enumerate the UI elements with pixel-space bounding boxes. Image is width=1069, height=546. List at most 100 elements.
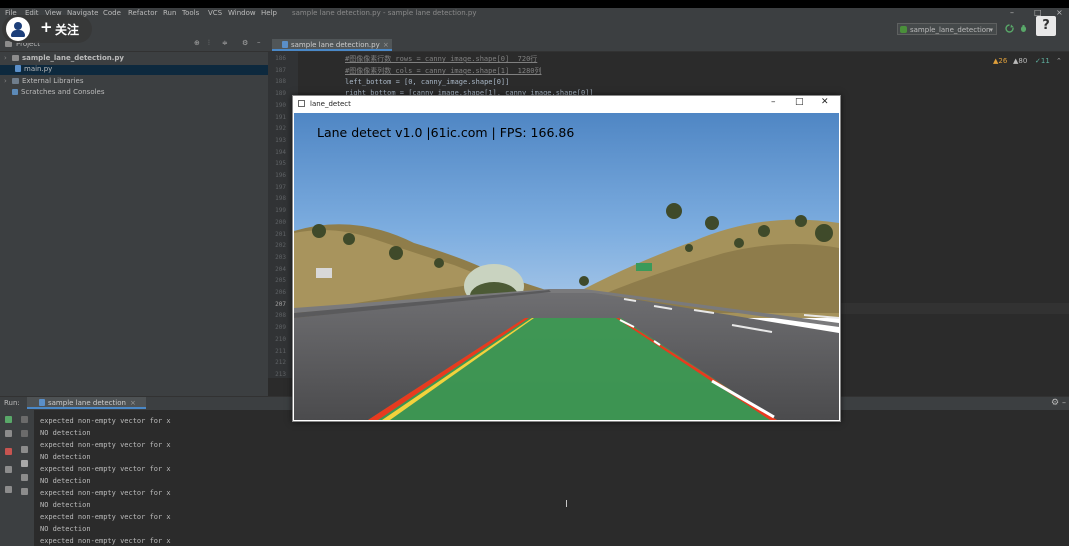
tree-item-external-libraries[interactable]: › External Libraries <box>4 77 84 85</box>
console-line[interactable]: NO detection <box>40 501 91 509</box>
run-console[interactable] <box>34 410 1069 546</box>
debug-icon[interactable] <box>1019 24 1028 33</box>
tree-item-label: sample_lane_detection.py <box>22 54 124 62</box>
soft-wrap-icon[interactable] <box>21 446 28 453</box>
run-side-toolbar <box>0 410 34 546</box>
library-icon <box>12 78 19 84</box>
pin-icon[interactable] <box>5 486 12 493</box>
run-tab[interactable]: sample lane detection × <box>27 397 146 409</box>
video-frame: Lane detect v1.0 |61ic.com | FPS: 166.86 <box>294 113 839 420</box>
hide-icon[interactable]: – <box>1062 398 1066 407</box>
window-title: sample lane detection.py - sample lane d… <box>292 9 477 17</box>
editor-tab-label: sample lane detection.py <box>291 41 380 49</box>
menu-refactor[interactable]: Refactor <box>128 9 157 17</box>
rerun-icon[interactable] <box>1005 24 1014 33</box>
menu-code[interactable]: Code <box>103 9 121 17</box>
line-number: 212 <box>275 359 286 367</box>
follow-overlay[interactable]: + 关注 <box>2 15 92 43</box>
expand-icon[interactable]: ≑ <box>222 39 228 47</box>
console-line[interactable]: NO detection <box>40 477 91 485</box>
ok-count[interactable]: ✓11 <box>1035 57 1050 65</box>
chevron-down-icon: ▾ <box>989 26 993 34</box>
weak-warning-count[interactable]: ▲80 <box>1013 57 1027 65</box>
close-button[interactable]: × <box>1056 8 1063 17</box>
close-tab-icon[interactable]: × <box>383 39 389 51</box>
arrow-down-icon[interactable] <box>21 430 28 437</box>
collapse-icon[interactable]: ⫶ <box>208 39 210 48</box>
top-border <box>0 0 1069 8</box>
tree-item-scratches[interactable]: Scratches and Consoles <box>12 88 105 96</box>
line-number: 193 <box>275 136 286 144</box>
maximize-button[interactable]: □ <box>795 97 804 107</box>
tree-item-label: Scratches and Consoles <box>21 88 105 96</box>
gear-icon[interactable]: ⚙ <box>242 39 248 47</box>
tree-item-main-py[interactable]: main.py <box>0 65 268 75</box>
trash-icon[interactable] <box>21 488 28 495</box>
scroll-to-end-icon[interactable] <box>21 460 28 467</box>
hud-text: Lane detect v1.0 |61ic.com | FPS: 166.86 <box>317 125 575 140</box>
line-number: 213 <box>275 370 286 378</box>
avatar <box>6 17 30 41</box>
wrench-icon[interactable] <box>5 430 12 437</box>
arrow-up-icon[interactable] <box>21 416 28 423</box>
line-number: 186 <box>275 55 286 62</box>
line-number: 196 <box>275 172 286 179</box>
line-number: 188 <box>275 78 286 86</box>
console-line[interactable]: expected non-empty vector for x <box>40 489 171 497</box>
line-number: 202 <box>275 242 286 250</box>
follow-label: 关注 <box>55 23 80 37</box>
minimize-button[interactable]: – <box>771 97 776 107</box>
code-line[interactable]: #图像像素列数 cols = canny_image.shape[1] 1280… <box>345 66 542 76</box>
road-scene-image <box>294 113 839 420</box>
line-number: 204 <box>275 265 286 273</box>
hide-icon[interactable]: – <box>257 38 261 46</box>
close-button[interactable]: ✕ <box>821 97 829 107</box>
console-line[interactable]: NO detection <box>40 453 91 461</box>
layout-icon[interactable] <box>5 466 12 473</box>
menu-run[interactable]: Run <box>163 9 176 17</box>
chevron-up-icon[interactable]: ⌃ <box>1056 57 1062 65</box>
stop-icon[interactable] <box>5 448 12 455</box>
python-file-icon <box>282 41 288 48</box>
line-number: 209 <box>275 324 286 332</box>
chevron-right-icon: › <box>4 77 7 85</box>
menu-vcs[interactable]: VCS <box>208 9 222 17</box>
close-tab-icon[interactable]: × <box>130 399 136 407</box>
console-line[interactable]: expected non-empty vector for x <box>40 537 171 545</box>
warning-count[interactable]: ▲26 <box>993 57 1007 65</box>
tree-item-label: External Libraries <box>22 77 84 85</box>
menu-help[interactable]: Help <box>261 9 277 17</box>
help-button[interactable]: ? <box>1036 16 1056 36</box>
console-line[interactable]: NO detection <box>40 429 91 437</box>
line-number: 195 <box>275 160 286 168</box>
python-file-icon <box>15 65 21 72</box>
line-number: 197 <box>275 183 286 191</box>
console-line[interactable]: expected non-empty vector for x <box>40 417 171 425</box>
minimize-button[interactable]: – <box>1010 8 1014 17</box>
line-number: 207 <box>275 300 286 308</box>
console-line[interactable]: expected non-empty vector for x <box>40 465 171 473</box>
opencv-title-bar[interactable]: lane_detect – □ ✕ <box>293 96 840 112</box>
editor-tab[interactable]: sample lane detection.py × <box>272 39 392 51</box>
rerun-icon[interactable] <box>5 416 12 423</box>
opencv-window-title: lane_detect <box>310 100 351 108</box>
python-file-icon <box>39 399 45 406</box>
console-line[interactable]: NO detection <box>40 525 91 533</box>
line-number: 210 <box>275 335 286 343</box>
locate-icon[interactable]: ⊕ <box>194 39 200 47</box>
menu-bar: File Edit View Navigate Code Refactor Ru… <box>0 8 1069 19</box>
line-number: 199 <box>275 207 286 215</box>
gear-icon[interactable]: ⚙ <box>1051 398 1059 408</box>
menu-tools[interactable]: Tools <box>182 9 199 17</box>
menu-window[interactable]: Window <box>228 9 256 17</box>
line-number: 208 <box>275 312 286 320</box>
python-icon <box>900 26 907 33</box>
run-config-select[interactable]: sample_lane_detection ▾ <box>897 23 997 35</box>
code-line[interactable]: left_bottom = [0, canny_image.shape[0]] <box>345 78 509 86</box>
code-line[interactable]: #图像像素行数 rows = canny_image.shape[0] 720行 <box>345 54 537 64</box>
print-icon[interactable] <box>21 474 28 481</box>
tree-item-project-root[interactable]: › sample_lane_detection.py <box>4 54 124 62</box>
opencv-window[interactable]: lane_detect – □ ✕ Lane detect v1.0 |61ic… <box>292 95 841 422</box>
console-line[interactable]: expected non-empty vector for x <box>40 441 171 449</box>
console-line[interactable]: expected non-empty vector for x <box>40 513 171 521</box>
